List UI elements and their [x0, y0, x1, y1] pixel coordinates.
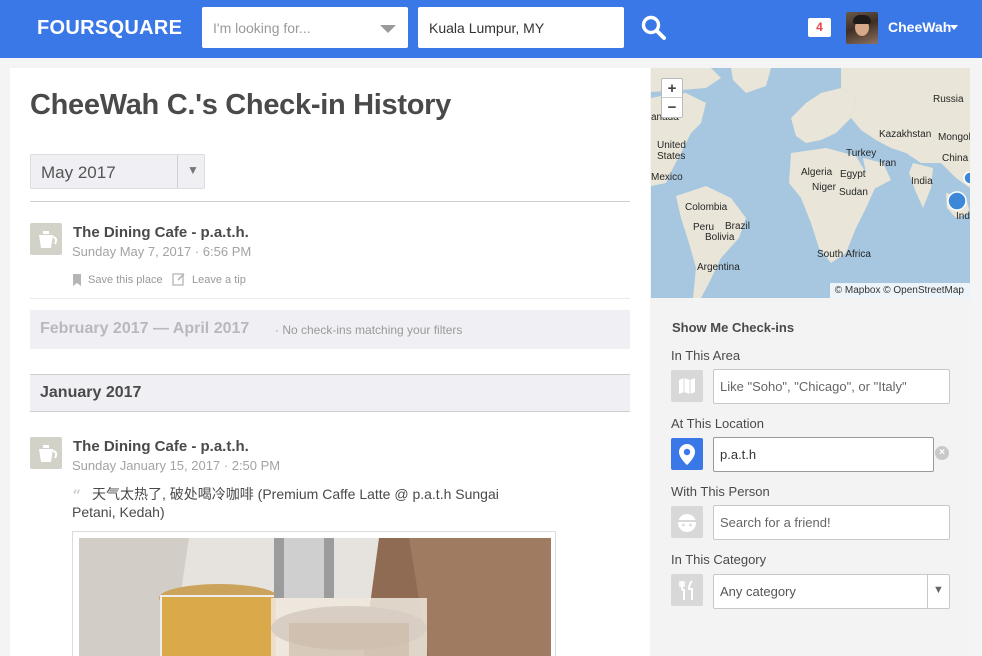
search-icon[interactable] — [640, 14, 668, 42]
fork-knife-icon — [671, 574, 703, 606]
empty-range-title: February 2017 — April 2017 — [40, 320, 250, 337]
map-icon — [671, 370, 703, 402]
map-zoom-control: + − — [661, 78, 683, 118]
checkin-history-panel: CheeWah C.'s Check-in History May 2017 ▼… — [10, 68, 650, 656]
filters-sidebar: Russia Kazakhstan Mongol United States Tu… — [651, 68, 970, 656]
month-select-value: May 2017 — [41, 163, 116, 182]
foursquare-logo[interactable]: FOURSQUARE — [37, 17, 182, 40]
username-menu[interactable]: CheeWah — [888, 19, 951, 35]
venue-link[interactable]: The Dining Cafe - p.a.t.h. — [73, 224, 249, 241]
checkin-map[interactable]: Russia Kazakhstan Mongol United States Tu… — [651, 68, 970, 298]
zoom-out-button[interactable]: − — [662, 98, 682, 117]
category-select-value: Any category — [720, 584, 796, 599]
coffee-pot-icon — [30, 223, 62, 255]
month-select[interactable]: May 2017 ▼ — [30, 154, 205, 189]
save-place-link[interactable]: Save this place — [88, 274, 163, 286]
clear-icon[interactable]: × — [935, 446, 949, 460]
divider — [30, 298, 630, 299]
search-query-dropdown[interactable]: I'm looking for... — [202, 7, 408, 48]
chevron-down-icon[interactable] — [380, 25, 396, 33]
search-location-input[interactable] — [418, 7, 624, 48]
area-filter-input[interactable] — [713, 369, 950, 404]
notification-badge[interactable]: 4 — [808, 18, 831, 37]
location-pin-icon — [671, 438, 703, 470]
category-select[interactable]: Any category ▼ — [713, 574, 950, 609]
zoom-in-button[interactable]: + — [662, 79, 682, 98]
checkin-shout: 天气太热了, 破处喝冷咖啡 (Premium Caffe Latte @ p.a… — [72, 486, 499, 520]
checkin-datetime: Sunday May 7, 2017 · 6:56 PM — [72, 244, 252, 259]
search-query-placeholder: I'm looking for... — [213, 20, 311, 36]
checkin-datetime: Sunday January 15, 2017 · 2:50 PM — [72, 458, 281, 473]
empty-range-note: · No check-ins matching your filters — [275, 323, 463, 337]
person-filter-label: With This Person — [671, 484, 770, 499]
filters-title: Show Me Check-ins — [672, 320, 795, 335]
area-filter-label: In This Area — [671, 348, 741, 363]
empty-range-band: February 2017 — April 2017 · No check-in… — [30, 310, 630, 349]
dropdown-arrow-icon[interactable]: ▼ — [933, 584, 944, 596]
venue-link[interactable]: The Dining Cafe - p.a.t.h. — [73, 438, 249, 455]
map-attribution[interactable]: © Mapbox © OpenStreetMap — [829, 283, 970, 298]
leave-tip-link[interactable]: Leave a tip — [192, 274, 246, 286]
coffee-pot-icon — [30, 437, 62, 469]
location-filter-label: At This Location — [671, 416, 764, 431]
page-title: CheeWah C.'s Check-in History — [30, 89, 451, 121]
user-avatar[interactable] — [846, 12, 878, 44]
location-filter-input[interactable] — [713, 437, 934, 472]
person-icon — [671, 506, 703, 538]
checkin-photo[interactable] — [72, 531, 556, 656]
edit-tip-icon[interactable] — [172, 272, 186, 291]
person-filter-input[interactable] — [713, 505, 950, 540]
category-filter-label: In This Category — [671, 552, 767, 567]
dropdown-arrow-icon[interactable]: ▼ — [187, 163, 199, 177]
divider — [30, 201, 630, 202]
chevron-down-icon[interactable] — [950, 25, 958, 30]
coffee-photo — [79, 538, 551, 656]
month-section-title: January 2017 — [40, 384, 142, 401]
bookmark-icon[interactable] — [72, 273, 82, 291]
top-navigation-bar: FOURSQUARE I'm looking for... 4 CheeWah — [0, 0, 982, 58]
month-section-header: January 2017 — [30, 374, 630, 412]
